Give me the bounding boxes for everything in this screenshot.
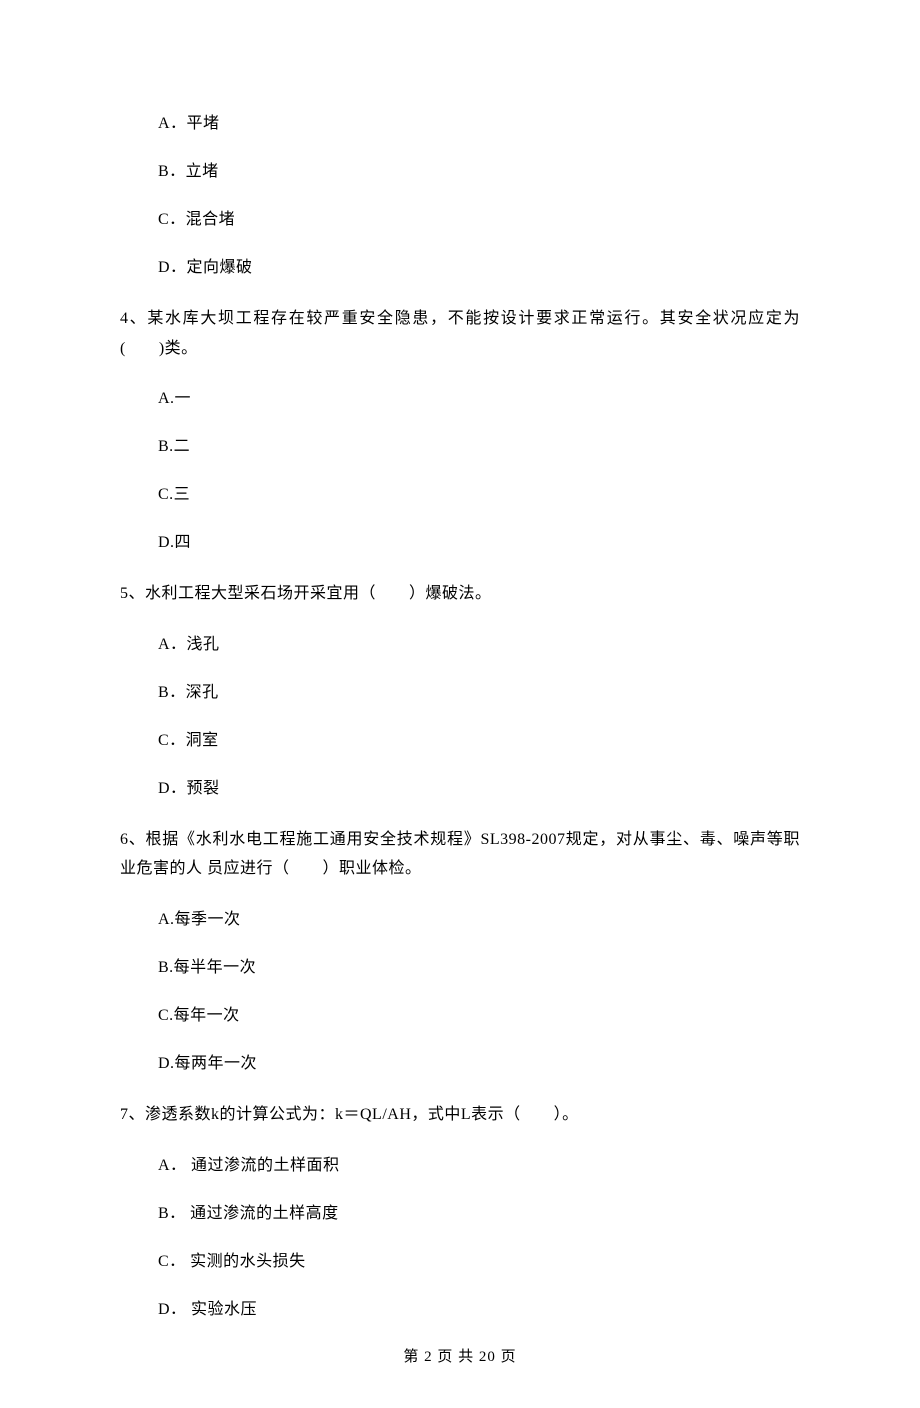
q4-option-b: B.二 [158, 435, 800, 459]
q5-option-a: A．浅孔 [158, 633, 800, 657]
q5-option-c: C．洞室 [158, 729, 800, 753]
q5-option-b: B．深孔 [158, 681, 800, 705]
q4-stem: 4、某水库大坝工程存在较严重安全隐患，不能按设计要求正常运行。其安全状况应定为(… [120, 304, 800, 363]
q3-option-b: B．立堵 [158, 160, 800, 184]
q7-option-c: C． 实测的水头损失 [158, 1250, 800, 1274]
q3-option-a: A．平堵 [158, 112, 800, 136]
q4-option-c: C.三 [158, 483, 800, 507]
q6-option-d: D.每两年一次 [158, 1052, 800, 1076]
q7-stem: 7、渗透系数k的计算公式为：k＝QL/AH，式中L表示（ ）。 [120, 1100, 800, 1130]
q7-option-d: D． 实验水压 [158, 1298, 800, 1322]
q7-option-a: A． 通过渗流的土样面积 [158, 1154, 800, 1178]
q4-option-a: A.一 [158, 387, 800, 411]
q6-stem: 6、根据《水利水电工程施工通用安全技术规程》SL398-2007规定，对从事尘、… [120, 825, 800, 884]
q6-option-a: A.每季一次 [158, 908, 800, 932]
q5-stem: 5、水利工程大型采石场开采宜用（ ）爆破法。 [120, 579, 800, 609]
q7-option-b: B． 通过渗流的土样高度 [158, 1202, 800, 1226]
q6-option-b: B.每半年一次 [158, 956, 800, 980]
q3-option-d: D．定向爆破 [158, 256, 800, 280]
page-footer: 第 2 页 共 20 页 [120, 1346, 800, 1369]
document-page: A．平堵 B．立堵 C．混合堵 D．定向爆破 4、某水库大坝工程存在较严重安全隐… [0, 0, 920, 1408]
q6-option-c: C.每年一次 [158, 1004, 800, 1028]
q3-option-c: C．混合堵 [158, 208, 800, 232]
q5-option-d: D．预裂 [158, 777, 800, 801]
q4-option-d: D.四 [158, 531, 800, 555]
